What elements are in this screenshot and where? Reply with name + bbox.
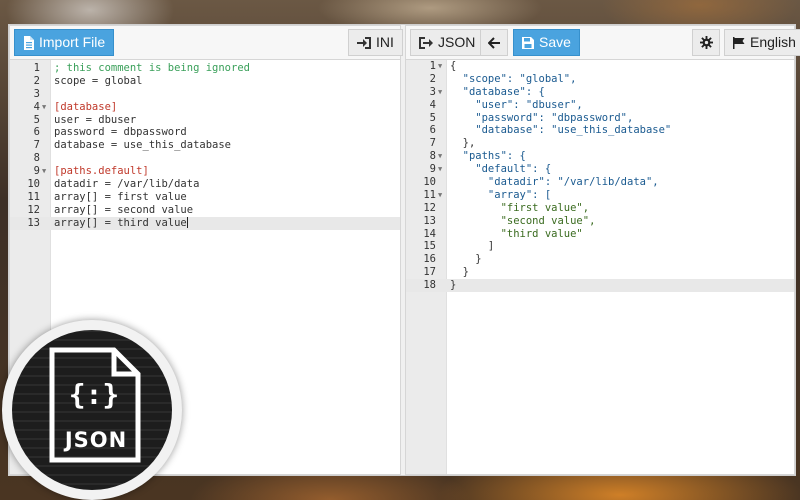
code-line: 12 array[] = second value [27,203,194,216]
code-line: 16 } [423,253,482,266]
json-format-button[interactable]: JSON [410,29,485,56]
code-line: 11 ▼ "array": [ [423,188,552,202]
flag-icon [733,36,745,49]
code-line: 8 [33,152,40,165]
logo-label: JSON [64,428,128,452]
sign-out-icon [419,36,433,49]
json-pane: JSON Save English 1 ▼ {2 "scope": "glob… [405,25,800,475]
json-editor[interactable]: 1 ▼{ 2 "scope": "global", 3 ▼ "database": … [406,60,794,474]
code-line: 12 "first value", [423,201,590,214]
fold-toggle-icon[interactable]: ▼ [438,150,442,163]
code-line: 10 datadir = /var/lib/data [27,178,200,191]
save-button[interactable]: Save [513,29,580,56]
back-button[interactable] [480,29,508,56]
code-line: 4 ▼ [database] [33,100,118,114]
import-file-label: Import File [39,34,106,50]
settings-button[interactable] [692,29,720,56]
code-line: 4 "user": "dbuser", [429,98,583,111]
code-line: 7 }, [429,137,476,150]
gear-icon [699,36,713,49]
ini-format-label: INI [376,34,394,50]
code-line: 15 ] [423,240,495,253]
logo-braces: {:} [68,378,120,411]
json-format-label: JSON [438,34,476,50]
code-line: 1 ▼{ [429,60,457,73]
code-line: 2 "scope": "global", [429,72,577,85]
arrow-left-icon [488,36,500,49]
json-lines: 1 ▼{ 2 "scope": "global", 3 ▼ "database": … [406,60,794,293]
fold-toggle-icon[interactable]: ▼ [438,60,442,73]
code-line: 6 password = dbpassword [33,126,187,139]
json-toolbar: JSON Save English [406,26,800,60]
code-line: 11 array[] = first value [27,190,187,203]
language-button[interactable]: English [724,29,800,56]
code-line: 8 ▼ "paths": { [429,150,526,163]
fold-toggle-icon[interactable]: ▼ [42,101,46,114]
text-cursor [186,217,188,229]
save-label: Save [539,34,571,50]
code-line: 14 "third value" [423,227,583,240]
language-label: English [750,34,796,50]
ini-toolbar: Import File INI [10,26,403,60]
sign-in-icon [357,36,371,49]
code-line: 17 } [423,266,469,279]
code-line: 10 "datadir": "/var/lib/data", [423,176,659,189]
code-line: 3 ▼ "database": { [429,85,545,99]
fold-toggle-icon[interactable]: ▼ [438,189,442,202]
import-file-button[interactable]: Import File [14,29,115,56]
code-line: 9 ▼ "default": { [429,163,552,176]
code-line: 2 scope = global [33,74,143,87]
ini-lines: 1; this comment is being ignored 2 scope … [10,62,400,230]
file-icon [23,35,34,50]
floppy-disk-icon [522,36,534,49]
code-line: 3 [33,87,40,100]
code-line: 5 user = dbuser [33,113,137,126]
code-line: 1; this comment is being ignored [33,62,250,74]
fold-toggle-icon[interactable]: ▼ [438,163,442,176]
fold-toggle-icon[interactable]: ▼ [438,86,442,99]
code-line: 7 database = use_this_database [33,139,232,152]
code-line: 9 ▼ [paths.default] [33,165,149,178]
code-line: 5 "password": "dbpassword", [429,111,634,124]
code-line: 6 "database": "use_this_database" [429,124,672,137]
code-line: 13 "second value", [423,214,596,227]
fold-toggle-icon[interactable]: ▼ [42,165,46,178]
code-line-active: 18} [406,279,794,293]
code-line-active: 13 array[] = third value [10,216,400,230]
ini-format-button[interactable]: INI [348,29,403,56]
